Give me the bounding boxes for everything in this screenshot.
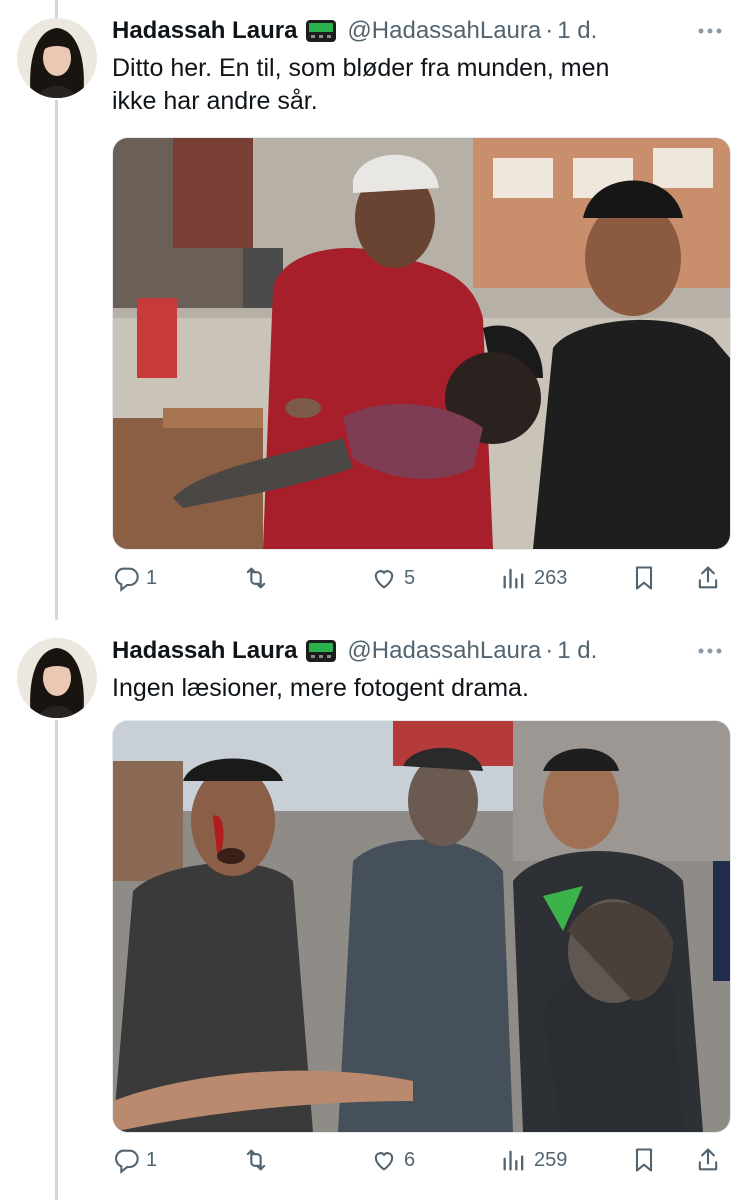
avatar[interactable] xyxy=(17,18,97,98)
retweet-button[interactable] xyxy=(242,560,270,596)
avatar-image xyxy=(17,638,97,718)
author-name[interactable]: Hadassah Laura xyxy=(112,17,297,45)
views-button[interactable]: 263 xyxy=(500,560,567,596)
tweet-text-line: ikke har andre sår. xyxy=(112,87,318,115)
separator: · xyxy=(545,17,554,44)
more-icon[interactable] xyxy=(695,16,725,46)
tweet-header: Hadassah Laura @HadassahLaura · 1 d. xyxy=(112,14,597,48)
heart-icon xyxy=(374,1152,394,1171)
retweet-icon xyxy=(246,567,266,589)
share-button[interactable] xyxy=(694,560,722,596)
like-button[interactable]: 6 xyxy=(370,1142,415,1178)
tweet-photo[interactable] xyxy=(112,137,731,550)
tweet-photo[interactable] xyxy=(112,720,731,1133)
reply-icon xyxy=(115,1149,139,1174)
photo-image xyxy=(113,721,730,1132)
tweet-text-line: Ingen læsioner, mere fotogent drama. xyxy=(112,674,529,702)
bookmark-button[interactable] xyxy=(630,1142,658,1178)
pager-badge-icon xyxy=(305,639,337,663)
photo-image xyxy=(113,138,730,549)
separator: · xyxy=(545,637,554,664)
retweet-icon xyxy=(246,1149,266,1171)
reply-count: 1 xyxy=(146,566,158,589)
like-button[interactable]: 5 xyxy=(370,560,415,596)
tweet-text-line: Ditto her. En til, som bløder fra munden… xyxy=(112,54,610,82)
tweet[interactable]: Hadassah Laura @HadassahLaura · 1 d. Ing… xyxy=(0,620,745,1200)
heart-icon xyxy=(374,570,394,589)
avatar[interactable] xyxy=(17,638,97,718)
reply-icon xyxy=(115,567,139,592)
views-icon xyxy=(503,1150,524,1171)
author-handle[interactable]: @HadassahLaura xyxy=(347,637,541,665)
reply-button[interactable]: 1 xyxy=(112,560,157,596)
reply-button[interactable]: 1 xyxy=(112,1142,157,1178)
bookmark-button[interactable] xyxy=(630,560,658,596)
tweet-header: Hadassah Laura @HadassahLaura · 1 d. xyxy=(112,634,597,668)
like-count: 6 xyxy=(404,1148,416,1171)
tweet-text: Ingen læsioner, mere fotogent drama. xyxy=(112,672,712,705)
bookmark-icon xyxy=(635,566,653,590)
pager-badge-icon xyxy=(305,19,337,43)
more-icon[interactable] xyxy=(695,636,725,666)
share-icon xyxy=(698,1148,718,1171)
timestamp[interactable]: 1 d. xyxy=(557,17,597,45)
author-name[interactable]: Hadassah Laura xyxy=(112,637,297,665)
tweet[interactable]: Hadassah Laura @HadassahLaura · 1 d. Dit… xyxy=(0,0,745,620)
like-count: 5 xyxy=(404,566,416,589)
tweet-text: Ditto her. En til, som bløder fra munden… xyxy=(112,52,712,118)
timestamp[interactable]: 1 d. xyxy=(557,637,597,665)
tweet-actions: 1 6 259 xyxy=(112,1142,732,1178)
reply-count: 1 xyxy=(146,1148,158,1171)
bookmark-icon xyxy=(635,1148,653,1172)
views-button[interactable]: 259 xyxy=(500,1142,567,1178)
views-count: 263 xyxy=(534,566,568,589)
retweet-button[interactable] xyxy=(242,1142,270,1178)
avatar-image xyxy=(17,18,97,98)
share-icon xyxy=(698,566,718,589)
tweet-actions: 1 5 263 xyxy=(112,560,732,596)
views-count: 259 xyxy=(534,1148,568,1171)
share-button[interactable] xyxy=(694,1142,722,1178)
views-icon xyxy=(503,568,524,589)
author-handle[interactable]: @HadassahLaura xyxy=(347,17,541,45)
